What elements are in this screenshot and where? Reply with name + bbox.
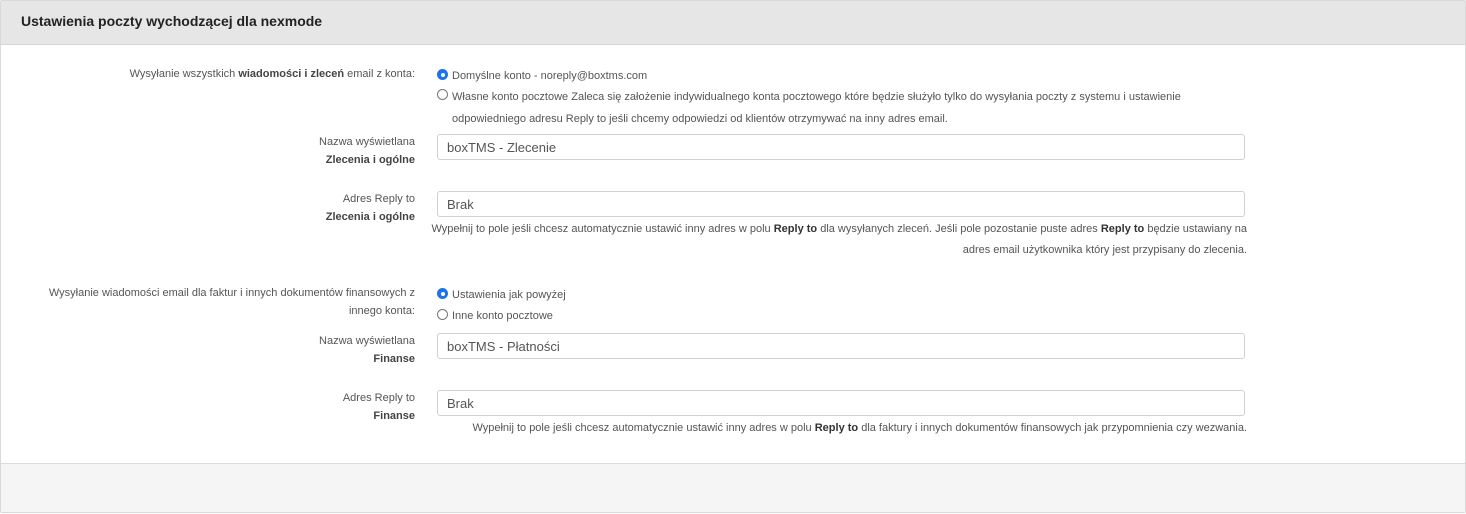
display-name-label-orders: Nazwa wyświetlana Zlecenia i ogólne [319, 136, 415, 166]
display-name-label-finance: Nazwa wyświetlana Finanse [319, 335, 415, 365]
radio-button[interactable] [437, 309, 448, 320]
reply-to-help-finance: Wypełnij to pole jeśli chcesz automatycz… [472, 422, 1247, 434]
radio-button[interactable] [437, 69, 448, 80]
display-name-input-orders[interactable]: boxTMS - Zlecenie [437, 134, 1245, 160]
panel-title: Ustawienia poczty wychodzącej dla nexmod… [21, 13, 323, 29]
radio-button[interactable] [437, 288, 448, 299]
panel-footer [1, 463, 1465, 512]
panel-header: Ustawienia poczty wychodzącej dla nexmod… [1, 1, 1465, 45]
radio-same-settings[interactable]: Ustawienia jak powyżej [437, 286, 566, 304]
radio-default-account[interactable]: Domyślne konto - noreply@boxtms.com [437, 67, 647, 85]
display-name-input-finance[interactable]: boxTMS - Płatności [437, 333, 1245, 359]
reply-to-label-orders: Adres Reply to Zlecenia i ogólne [325, 193, 415, 223]
radio-other-account[interactable]: Inne konto pocztowe [437, 307, 553, 325]
radio-own-account[interactable]: Własne konto pocztowe Zaleca się założen… [437, 88, 1181, 130]
send-all-label: Wysyłanie wszystkich wiadomości i zleceń… [129, 68, 415, 80]
radio-button[interactable] [437, 89, 448, 100]
reply-to-help-orders: Wypełnij to pole jeśli chcesz automatycz… [431, 223, 1247, 256]
finance-send-label: Wysyłanie wiadomości email dla faktur i … [48, 287, 415, 317]
outgoing-mail-settings-panel: Ustawienia poczty wychodzącej dla nexmod… [0, 0, 1466, 513]
reply-to-input-finance[interactable]: Brak [437, 390, 1245, 416]
reply-to-input-orders[interactable]: Brak [437, 191, 1245, 217]
reply-to-label-finance: Adres Reply to Finanse [342, 392, 415, 422]
